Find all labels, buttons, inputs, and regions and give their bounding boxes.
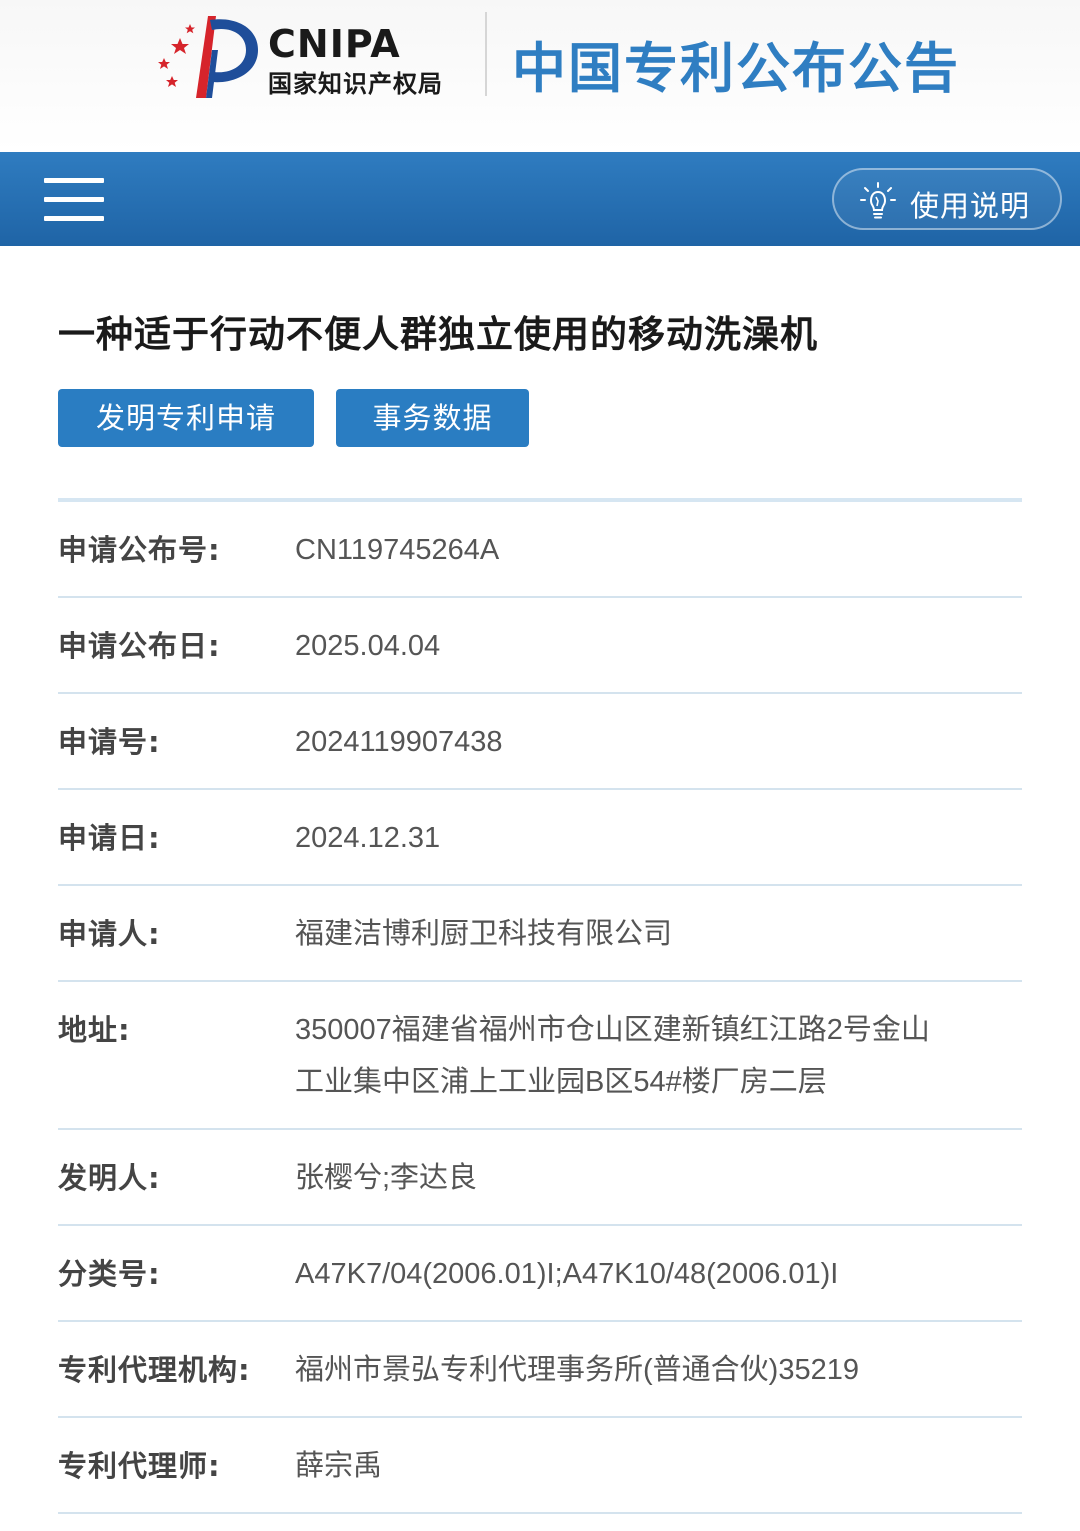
- detail-label: 地址:: [58, 1013, 131, 1047]
- detail-row-classification: 分类号: A47K7/04(2006.01)I;A47K10/48(2006.0…: [58, 1226, 1022, 1322]
- detail-value: A47K7/04(2006.01)I;A47K10/48(2006.01)I: [295, 1258, 839, 1290]
- detail-row-applicant: 申请人: 福建洁博利厨卫科技有限公司: [58, 886, 1022, 982]
- detail-value: 张樱兮;李达良: [295, 1162, 478, 1194]
- detail-label: 分类号:: [58, 1257, 161, 1291]
- detail-label: 专利代理师:: [58, 1449, 221, 1483]
- lightbulb-icon: [860, 182, 896, 219]
- detail-value: 2025.04.04: [295, 630, 441, 662]
- address-line-2: 工业集中区浦上工业园B区54#楼厂房二层: [295, 1066, 827, 1098]
- cnipa-logo-icon: [158, 16, 258, 98]
- detail-label: 申请号:: [58, 725, 161, 759]
- detail-value: 福建洁博利厨卫科技有限公司: [295, 918, 673, 950]
- detail-row-address: 地址: 350007福建省福州市仓山区建新镇红江路2号金山 工业集中区浦上工业园…: [58, 982, 1022, 1130]
- patent-title: 一种适于行动不便人群独立使用的移动洗澡机: [58, 313, 818, 356]
- logo-divider: [485, 12, 487, 96]
- detail-value: 薛宗禹: [295, 1450, 383, 1482]
- detail-value: 2024.12.31: [295, 822, 441, 854]
- site-title[interactable]: 中国专利公布公告: [512, 24, 960, 103]
- detail-label: 专利代理机构:: [58, 1353, 251, 1387]
- detail-label: 申请公布日:: [58, 629, 221, 663]
- detail-value: 2024119907438: [295, 726, 503, 758]
- tab-invention-application[interactable]: 发明专利申请: [58, 389, 314, 447]
- detail-label: 发明人:: [58, 1161, 161, 1195]
- detail-value: CN119745264A: [295, 534, 500, 566]
- detail-row-patent-agency: 专利代理机构: 福州市景弘专利代理事务所(普通合伙)35219: [58, 1322, 1022, 1418]
- detail-row-inventors: 发明人: 张樱兮;李达良: [58, 1130, 1022, 1226]
- patent-details-table: 申请公布号: CN119745264A 申请公布日: 2025.04.04 申请…: [58, 498, 1022, 1514]
- address-line-1: 350007福建省福州市仓山区建新镇红江路2号金山: [295, 1014, 930, 1046]
- detail-row-application-date: 申请日: 2024.12.31: [58, 790, 1022, 886]
- detail-label: 申请日:: [58, 821, 161, 855]
- help-button[interactable]: 使用说明: [832, 168, 1062, 230]
- detail-row-application-number: 申请号: 2024119907438: [58, 694, 1022, 790]
- site-header: CNIPA 国家知识产权局 中国专利公布公告: [0, 0, 1080, 152]
- logo-wordmark-en: CNIPA: [268, 22, 401, 66]
- detail-label: 申请公布号:: [58, 533, 221, 567]
- detail-value: 福州市景弘专利代理事务所(普通合伙)35219: [295, 1354, 859, 1386]
- navigation-bar: 使用说明: [0, 152, 1080, 246]
- detail-label: 申请人:: [58, 917, 161, 951]
- detail-value: 350007福建省福州市仓山区建新镇红江路2号金山 工业集中区浦上工业园B区54…: [295, 1004, 995, 1108]
- help-button-label: 使用说明: [910, 189, 1031, 223]
- logo-wordmark-cn: 国家知识产权局: [268, 69, 443, 98]
- detail-row-publication-number: 申请公布号: CN119745264A: [58, 502, 1022, 598]
- detail-row-publication-date: 申请公布日: 2025.04.04: [58, 598, 1022, 694]
- tab-transaction-data[interactable]: 事务数据: [336, 389, 529, 447]
- hamburger-menu-icon[interactable]: [44, 178, 104, 222]
- detail-row-patent-agent: 专利代理师: 薛宗禹: [58, 1418, 1022, 1514]
